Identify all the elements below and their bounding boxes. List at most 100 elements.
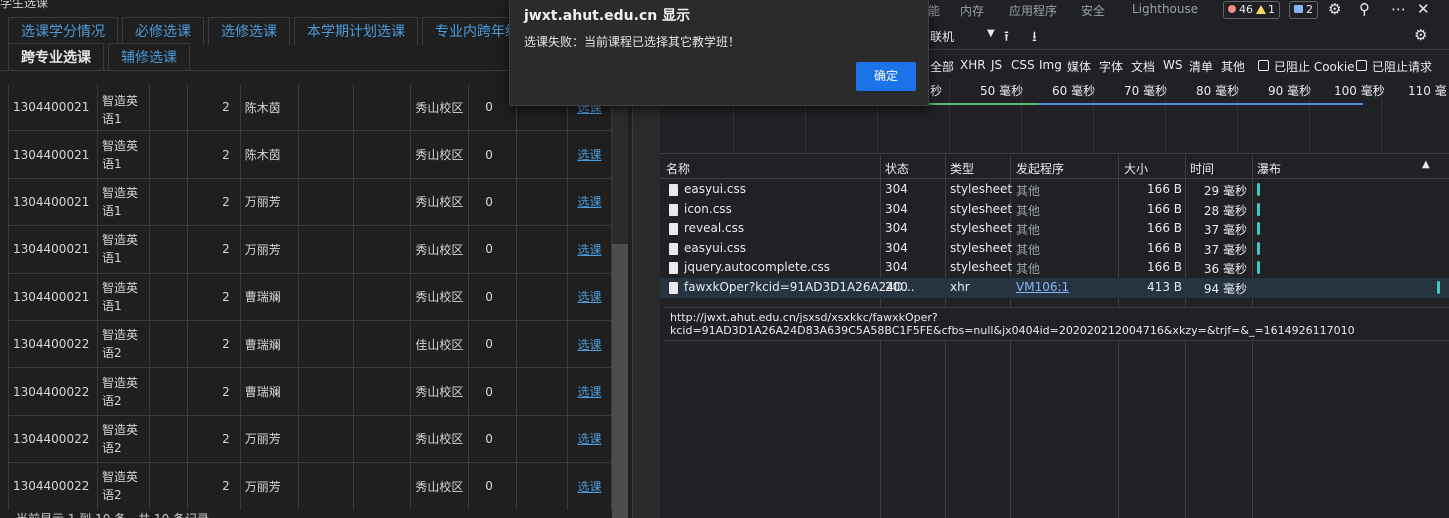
col-size[interactable]: 大小 [1124, 160, 1148, 177]
table-row: 1304400021 智造英语1 2 陈木茵 秀山校区 0 选课 [8, 130, 612, 179]
request-row[interactable]: icon.css 304 stylesheet 其他 166 B 28 毫秒 [660, 200, 1449, 220]
empty-cell [516, 367, 569, 416]
empty-cell [148, 462, 188, 510]
filter-media[interactable]: 媒体 [1067, 58, 1091, 75]
timeline-gridline [949, 79, 950, 154]
request-type: stylesheet [950, 221, 1013, 236]
more-options-icon[interactable]: ⋯ [1391, 0, 1406, 18]
request-status: 304 [885, 182, 908, 196]
tab-required-courses[interactable]: 必修选课 [122, 17, 204, 45]
select-course-link[interactable]: 选课 [567, 130, 612, 179]
sort-ascending-icon[interactable]: ▲ [1422, 159, 1430, 170]
filter-img[interactable]: Img [1039, 58, 1062, 72]
course-enrolled-count: 0 [468, 177, 518, 227]
select-course-link[interactable]: 选课 [567, 177, 612, 227]
ok-button[interactable]: 确定 [856, 62, 916, 91]
filter-other[interactable]: 其他 [1221, 58, 1245, 75]
url-line-2: kcid=91AD3D1A26A24D83A639C5A58BC1F5FE&cf… [670, 324, 1355, 337]
filter-ws[interactable]: WS [1163, 58, 1182, 72]
import-har-icon[interactable]: ⭱ [1004, 26, 1009, 50]
warning-count: 1 [1268, 3, 1275, 16]
tab-minor-courses[interactable]: 辅修选课 [108, 43, 190, 71]
select-course-link[interactable]: 选课 [567, 462, 612, 510]
course-teacher: 万丽芳 [239, 414, 299, 464]
filter-all[interactable]: 全部 [930, 58, 954, 75]
file-icon [669, 281, 678, 294]
filter-css[interactable]: CSS [1011, 58, 1035, 72]
request-initiator: 其他 [1016, 184, 1041, 198]
feedback-icon[interactable]: ⚲ [1359, 0, 1370, 18]
empty-cell [297, 177, 355, 227]
empty-cell [516, 462, 569, 510]
tab-semester-plan[interactable]: 本学期计划选课 [294, 17, 418, 45]
course-code: 1304400022 [8, 462, 98, 510]
col-type[interactable]: 类型 [950, 160, 974, 177]
request-status: 304 [885, 221, 908, 236]
filter-js[interactable]: JS [991, 58, 1002, 72]
table-scrollbar-thumb[interactable] [612, 244, 628, 518]
select-course-link[interactable]: 选课 [567, 225, 612, 274]
request-size: 166 B [1147, 182, 1182, 196]
select-course-link[interactable]: 选课 [567, 367, 612, 416]
warning-icon [1256, 5, 1266, 14]
course-enrolled-count: 0 [468, 130, 518, 179]
issues-badge[interactable]: 2 [1289, 1, 1318, 19]
empty-cell [353, 272, 412, 321]
course-credit: 2 [186, 130, 241, 179]
request-initiator[interactable]: VM106:1 [1016, 280, 1069, 294]
tab-performance[interactable]: 能 [928, 2, 940, 19]
course-code: 1304400021 [8, 84, 98, 132]
request-row[interactable]: easyui.css 304 stylesheet 其他 166 B 37 毫秒 [660, 239, 1449, 259]
course-table: 1304400021 智造英语1 2 陈木茵 秀山校区 0 选课 1304400021 智造英语… [8, 84, 612, 510]
tab-elective-courses[interactable]: 选修选课 [208, 17, 290, 45]
col-status[interactable]: 状态 [885, 160, 909, 177]
settings-gear-icon[interactable]: ⚙ [1328, 0, 1341, 18]
col-time[interactable]: 时间 [1190, 160, 1214, 177]
request-row[interactable]: reveal.css 304 stylesheet 其他 166 B 37 毫秒 [660, 219, 1449, 239]
empty-cell [297, 414, 355, 464]
timeline-tick: 90 毫秒 [1268, 84, 1312, 98]
course-teacher: 曹瑞斓 [239, 367, 299, 416]
col-waterfall[interactable]: 瀑布 [1257, 160, 1281, 177]
select-course-link[interactable]: 选课 [567, 319, 612, 369]
error-warning-badge[interactable]: 46 1 [1223, 1, 1280, 19]
blocked-cookies-checkbox[interactable] [1258, 60, 1269, 71]
tab-memory[interactable]: 内存 [960, 2, 984, 19]
course-credit: 2 [186, 319, 241, 369]
waterfall-bar [1257, 222, 1260, 236]
table-row: 1304400022 智造英语2 2 曹瑞斓 佳山校区 0 选课 [8, 319, 612, 369]
request-row[interactable]: jquery.autocomplete.css 304 stylesheet 其他 16… [660, 258, 1449, 278]
course-credit: 2 [186, 462, 241, 510]
select-course-link[interactable]: 选课 [567, 414, 612, 464]
close-devtools-icon[interactable]: ✕ [1417, 0, 1430, 18]
export-har-icon[interactable]: ⭳ [1032, 26, 1037, 50]
filter-manifest[interactable]: 清单 [1189, 58, 1213, 75]
col-initiator[interactable]: 发起程序 [1016, 160, 1064, 177]
tab-credit-status[interactable]: 选课学分情况 [8, 17, 118, 45]
throttling-select[interactable]: 联机 [930, 28, 954, 45]
table-row: 1304400022 智造英语2 2 万丽芳 秀山校区 0 选课 [8, 414, 612, 464]
empty-cell [353, 84, 412, 132]
url-line-1: http://jwxt.ahut.edu.cn/jsxsd/xsxkkc/faw… [670, 311, 938, 324]
request-row[interactable]: easyui.css 304 stylesheet 其他 166 B 29 毫秒 [660, 180, 1449, 200]
error-icon [1228, 5, 1236, 13]
empty-cell [148, 319, 188, 369]
filter-xhr[interactable]: XHR [960, 58, 986, 72]
network-settings-gear-icon[interactable]: ⚙ [1414, 26, 1427, 44]
tab-application[interactable]: 应用程序 [1009, 2, 1057, 19]
caret-down-icon[interactable]: ▼ [987, 28, 995, 39]
waterfall-bar [1437, 280, 1440, 294]
filter-font[interactable]: 字体 [1099, 58, 1123, 75]
request-row[interactable]: fawxkOper?kcid=91AD3D1A26A24D... 200 xhr VM… [660, 277, 1449, 298]
tab-security[interactable]: 安全 [1081, 2, 1105, 19]
empty-cell [516, 130, 569, 179]
tab-cross-major[interactable]: 跨专业选课 [8, 43, 104, 71]
blocked-requests-checkbox[interactable] [1356, 60, 1367, 71]
course-credit: 2 [186, 177, 241, 227]
course-credit: 2 [186, 414, 241, 464]
col-name[interactable]: 名称 [666, 160, 690, 177]
select-course-link[interactable]: 选课 [567, 272, 612, 321]
tab-lighthouse[interactable]: Lighthouse [1132, 2, 1198, 16]
filter-doc[interactable]: 文档 [1131, 58, 1155, 75]
file-icon [669, 184, 678, 196]
